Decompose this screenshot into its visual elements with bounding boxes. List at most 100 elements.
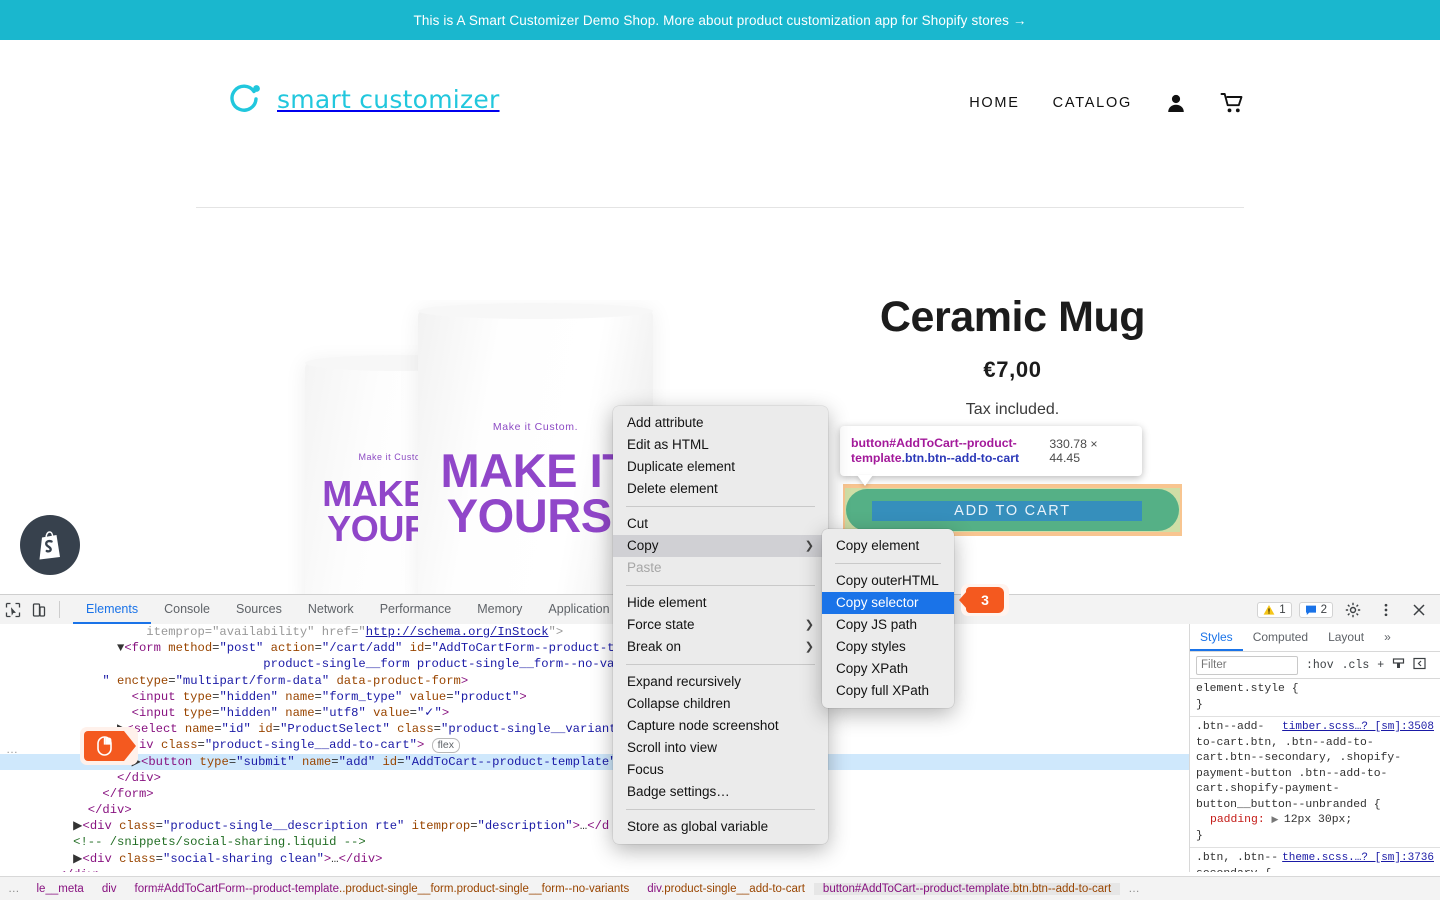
tab-sources[interactable]: Sources [223,595,295,624]
dom-node[interactable]: <input type="hidden" name="form_type" va… [0,689,1190,705]
tab-network[interactable]: Network [295,595,367,624]
dom-node[interactable]: <input type="hidden" name="utf8" value="… [0,705,1190,721]
dom-node[interactable]: ▶<div class="product-single__description… [0,818,1190,834]
message-count-chip[interactable]: 2 [1298,601,1333,618]
computed-styles-toggle-icon[interactable] [1392,657,1405,673]
breadcrumb-overflow[interactable]: … [1120,883,1148,895]
tab-computed[interactable]: Computed [1243,624,1318,651]
breadcrumb-item[interactable]: le__meta [28,883,93,895]
menu-item-copy-js-path[interactable]: Copy JS path [822,614,954,636]
menu-item-capture-node-screenshot[interactable]: Capture node screenshot [613,715,828,737]
style-rule-source[interactable]: theme.scss.…? [sm]:3736 [1282,851,1434,867]
dom-node[interactable]: ▼<div class="product-single__add-to-cart… [0,737,1190,754]
dom-node[interactable]: ▶<div class="social-sharing clean">…</di… [0,851,1190,867]
menu-item-copy-xpath[interactable]: Copy XPath [822,658,954,680]
menu-item-copy-styles[interactable]: Copy styles [822,636,954,658]
dom-node[interactable]: ▼<form method="post" action="/cart/add" … [0,640,1190,656]
styles-filter-input[interactable] [1196,655,1298,675]
dom-node[interactable]: itemprop="availability" href="http://sch… [0,624,1190,640]
dom-node[interactable]: </form> [0,786,1190,802]
dom-node-selected[interactable]: ▶<button type="submit" name="add" id="Ad… [0,753,1190,770]
breadcrumb-item[interactable]: button#AddToCart--product-template.btn.b… [813,883,1121,895]
add-to-cart-button[interactable]: ADD TO CART [845,503,1180,519]
dom-node[interactable]: <!-- /snippets/social-sharing.liquid --> [0,834,1190,850]
tab-console[interactable]: Console [151,595,223,624]
menu-item-break-on[interactable]: Break on ❯ [613,636,828,658]
cart-icon[interactable] [1220,92,1244,114]
context-menu[interactable]: Add attribute Edit as HTML Duplicate eleme… [613,406,828,844]
user-icon[interactable] [1165,92,1187,114]
tab-layout[interactable]: Layout [1318,624,1374,651]
menu-item-delete-element[interactable]: Delete element [613,478,828,500]
menu-item-add-attribute[interactable]: Add attribute [613,412,828,434]
nav-home[interactable]: HOME [969,95,1019,111]
menu-item-copy[interactable]: Copy ❯ [613,535,828,557]
dom-node[interactable]: product-single__form product-single__for… [0,656,1190,672]
menu-item-focus[interactable]: Focus [613,759,828,781]
new-style-rule-button[interactable]: + [1377,659,1384,672]
breadcrumb-item[interactable]: div.product-single__add-to-cart [638,883,814,895]
nav-catalog[interactable]: CATALOG [1053,95,1132,111]
menu-item-copy-element[interactable]: Copy element [822,535,954,557]
breadcrumb-overflow[interactable]: … [0,883,28,895]
dom-node[interactable]: ▶<select name="id" id="ProductSelect" cl… [0,721,1190,737]
breadcrumb-node-name: form#AddToCartForm--product-template [134,883,340,895]
style-rule-close: } [1196,829,1203,842]
tab-more-chevron-icon[interactable]: » [1374,624,1401,651]
dom-token: <!-- /snippets/social-sharing.liquid --> [73,835,366,850]
menu-item-force-state[interactable]: Force state ❯ [613,614,828,636]
style-declaration[interactable]: padding: ▶ 12px 30px; [1196,813,1434,829]
menu-item-expand-recursively[interactable]: Expand recursively [613,671,828,693]
force-hover-button[interactable]: :hov [1306,659,1334,672]
menu-item-copy-full-xpath[interactable]: Copy full XPath [822,680,954,702]
site-logo[interactable]: smart customizer [226,80,500,118]
menu-item-label: Force state [627,617,695,632]
dom-token: ▶ [73,851,83,866]
dom-node[interactable]: </div> [0,802,1190,818]
breadcrumb[interactable]: … le__meta div form#AddToCartForm--product-… [0,876,1440,900]
menu-item-scroll-into-view[interactable]: Scroll into view [613,737,828,759]
more-vertical-icon[interactable] [1373,597,1399,623]
style-rule[interactable]: element.style {} [1190,679,1440,717]
dom-node[interactable]: </div> [0,770,1190,786]
dom-token: = [197,738,205,753]
style-rule-source[interactable]: timber.scss…? [sm]:3508 [1282,720,1434,736]
breadcrumb-item[interactable]: form#AddToCartForm--product-template..pr… [126,883,639,895]
gear-icon[interactable] [1340,597,1366,623]
tab-performance[interactable]: Performance [367,595,465,624]
inspect-cursor-icon[interactable] [0,597,26,623]
tab-elements[interactable]: Elements [73,595,151,624]
element-classes-button[interactable]: .cls [1342,659,1370,672]
menu-item-copy-outerhtml[interactable]: Copy outerHTML [822,570,954,592]
styles-rule-list[interactable]: element.style {} timber.scss…? [sm]:3508.… [1190,679,1440,872]
page-title: Ceramic Mug [879,293,1146,341]
menu-item-cut[interactable]: Cut [613,513,828,535]
style-rule[interactable]: theme.scss.…? [sm]:3736.btn, .btn--secon… [1190,848,1440,872]
breadcrumb-item[interactable]: div [93,883,126,895]
dom-token: > [441,705,450,720]
announcement-bar[interactable]: This is A Smart Customizer Demo Shop. Mo… [0,0,1440,40]
dom-tree[interactable]: itemprop="availability" href="http://sch… [0,624,1190,872]
close-icon[interactable] [1406,597,1432,623]
style-rule[interactable]: timber.scss…? [sm]:3508 .btn--add-to-cart… [1190,717,1440,848]
tab-styles[interactable]: Styles [1190,624,1243,651]
tab-application[interactable]: Application [535,595,622,624]
menu-item-edit-as-html[interactable]: Edit as HTML [613,434,828,456]
device-toolbar-icon[interactable] [26,597,52,623]
menu-item-store-as-global-variable[interactable]: Store as global variable [613,816,828,838]
collapse-sidebar-icon[interactable] [1413,657,1426,673]
expand-triangle-icon[interactable]: ▶ [1272,815,1284,825]
menu-item-collapse-children[interactable]: Collapse children [613,693,828,715]
flex-badge[interactable]: flex [431,738,460,754]
menu-item-hide-element[interactable]: Hide element [613,592,828,614]
shopify-bag-icon[interactable] [20,515,80,575]
menu-item-badge-settings[interactable]: Badge settings… [613,781,828,803]
dom-node[interactable]: " enctype="multipart/form-data" data-pro… [0,673,1190,689]
dom-node[interactable]: </div> [0,867,1190,872]
warning-count-chip[interactable]: 1 [1257,601,1292,618]
context-submenu-copy[interactable]: Copy element Copy outerHTML Copy selector C… [822,529,954,708]
product-image[interactable]: Make it Custom. MAKE IT YOURS. Make it C… [200,300,670,600]
menu-item-copy-selector[interactable]: Copy selector [822,592,954,614]
tab-memory[interactable]: Memory [464,595,535,624]
menu-item-duplicate-element[interactable]: Duplicate element [613,456,828,478]
